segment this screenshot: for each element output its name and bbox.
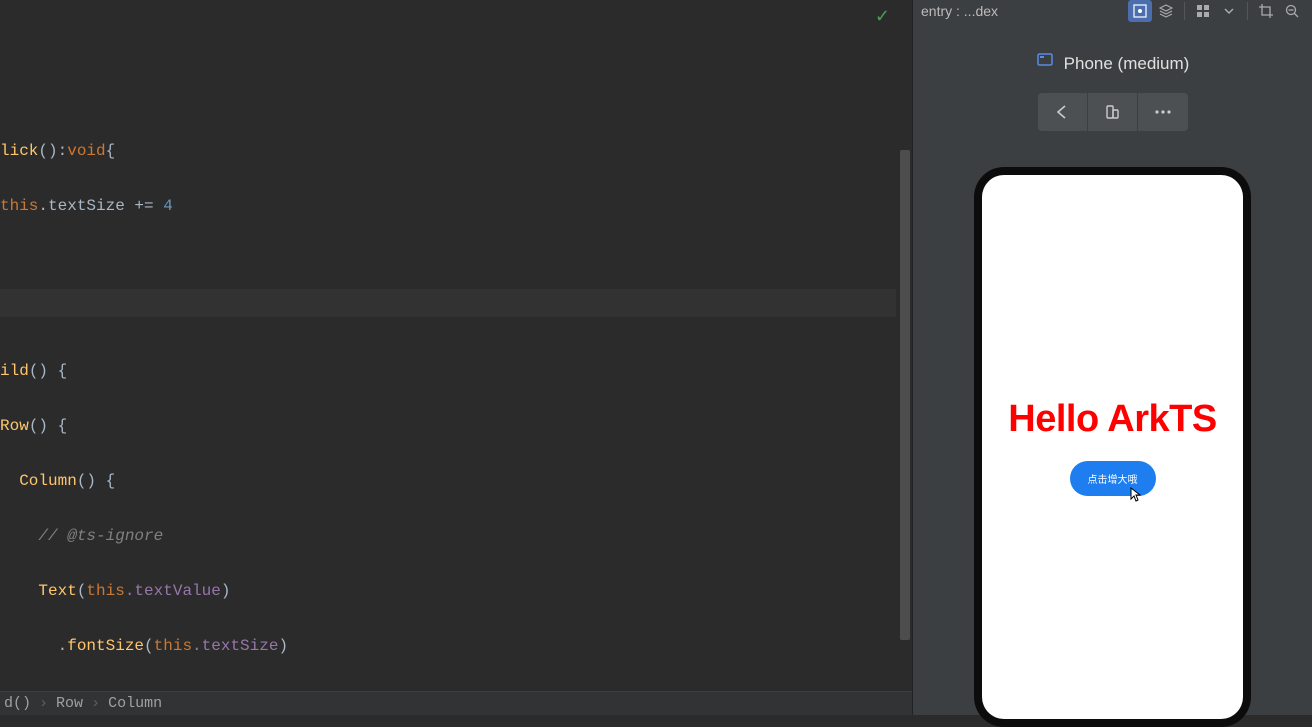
rotate-button[interactable] [1088, 93, 1138, 131]
inspector-icon[interactable] [1128, 0, 1152, 22]
chevron-right-icon: › [91, 695, 100, 712]
device-phone-icon [1036, 52, 1054, 75]
preview-text: Hello ArkTS [1008, 398, 1216, 441]
preview-controls [913, 93, 1312, 131]
device-screen[interactable]: Hello ArkTS 点击增大哦 [982, 175, 1243, 719]
breadcrumb: d() › Row › Column [0, 691, 912, 715]
device-frame: Hello ArkTS 点击增大哦 [974, 167, 1251, 727]
more-button[interactable] [1138, 93, 1188, 131]
code-editor-pane: ✓ lick():void{ this.textSize += 4 ild() … [0, 0, 912, 715]
grid-icon[interactable] [1191, 0, 1215, 22]
dropdown-icon[interactable] [1217, 0, 1241, 22]
previewer-pane: entry : ...dex [912, 0, 1312, 715]
layers-icon[interactable] [1154, 0, 1178, 22]
back-button[interactable] [1038, 93, 1088, 131]
code-editor[interactable]: ✓ lick():void{ this.textSize += 4 ild() … [0, 0, 912, 691]
crop-icon[interactable] [1254, 0, 1278, 22]
breadcrumb-item[interactable]: Column [108, 695, 162, 712]
chevron-right-icon: › [39, 695, 48, 712]
zoom-out-icon[interactable] [1280, 0, 1304, 22]
analysis-ok-icon[interactable]: ✓ [875, 5, 890, 33]
cursor-icon [1130, 487, 1142, 506]
device-label: Phone (medium) [913, 22, 1312, 85]
preview-title: entry : ...dex [921, 3, 1122, 19]
breadcrumb-item[interactable]: Row [56, 695, 83, 712]
device-frame-wrap: Hello ArkTS 点击增大哦 [913, 131, 1312, 727]
preview-header: entry : ...dex [913, 0, 1312, 22]
breadcrumb-item[interactable]: d() [4, 695, 31, 712]
device-name: Phone (medium) [1064, 54, 1190, 74]
preview-button[interactable]: 点击增大哦 [1070, 461, 1156, 496]
